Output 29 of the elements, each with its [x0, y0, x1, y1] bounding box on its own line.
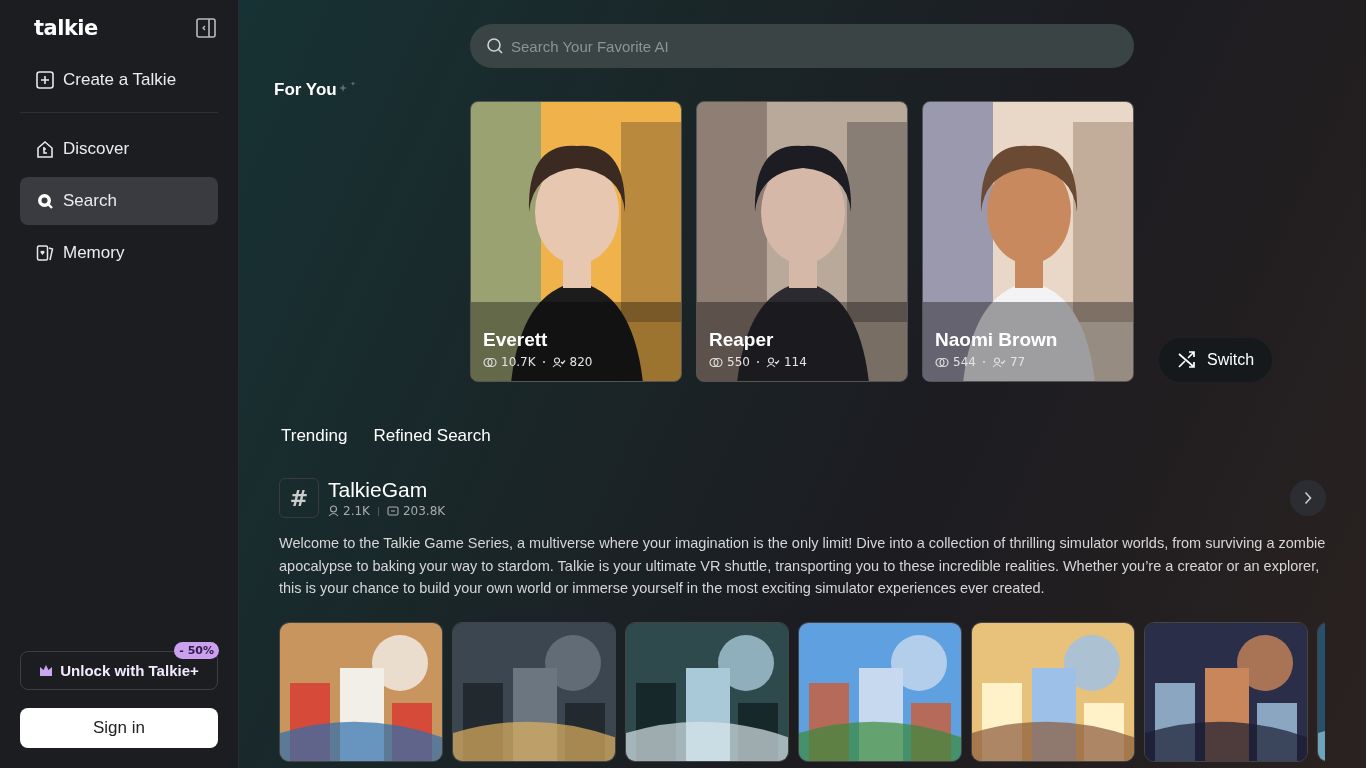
character-card[interactable]: Naomi Brown 544 77: [922, 101, 1134, 382]
character-card[interactable]: Everett 10.7K 820: [470, 101, 682, 382]
character-card[interactable]: Reaper 550 114: [696, 101, 908, 382]
follower-count: 820: [569, 355, 593, 369]
talkie-logo[interactable]: talkie: [34, 16, 98, 40]
sidebar-item[interactable]: Search: [20, 177, 218, 225]
chat-count: 10.7K: [501, 355, 536, 369]
character-name: Reaper: [709, 329, 775, 351]
create-talkie-link[interactable]: Create a Talkie: [20, 56, 218, 104]
topic-title[interactable]: TalkieGam: [328, 478, 1281, 502]
chat-count: 544: [953, 355, 976, 369]
chat-count: 550: [727, 355, 750, 369]
sign-in-button[interactable]: Sign in: [20, 708, 218, 748]
character-name: Everett: [483, 329, 549, 351]
character-name: Naomi Brown: [935, 329, 1058, 351]
sidebar-item[interactable]: Discover: [20, 125, 218, 173]
member-count: 2.1K: [343, 504, 370, 518]
topic-description: Welcome to the Talkie Game Series, a multiverse where your imagination is the only limit! Dive into a collection of thrilling simulator worlds, from surviving a zombie apocalypse to baking your way to stardom. Talkie is your ultimate VR shuttle, transporting you to these incredible realities. Whether you’re a creator or an explorer, this is your chance to build your own world or immerse yourself in the most exciting simulator experiences ever created.: [279, 534, 1326, 598]
follower-count: 114: [783, 355, 807, 369]
tab[interactable]: Refined Search: [365, 422, 499, 452]
topic-icon: #: [279, 478, 319, 518]
switch-button[interactable]: Switch: [1159, 338, 1273, 382]
follower-count: 77: [1009, 355, 1026, 369]
section-title: For You: [274, 80, 337, 100]
tab[interactable]: Trending: [273, 422, 356, 452]
discount-badge: - 50%: [174, 642, 219, 659]
search-field[interactable]: Search Your Favorite AI: [470, 24, 1134, 68]
message-count: 203.8K: [402, 504, 446, 518]
sidebar-item[interactable]: Memory: [20, 229, 218, 277]
